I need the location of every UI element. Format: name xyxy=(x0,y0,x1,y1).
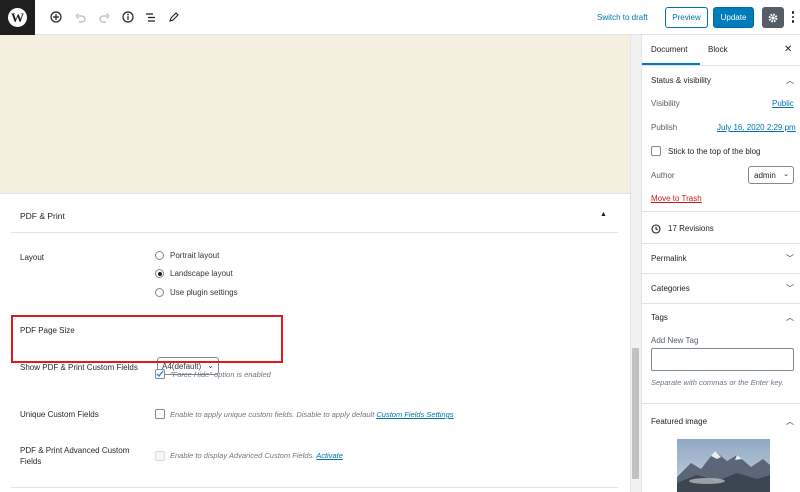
switch-to-draft-button[interactable]: Switch to draft xyxy=(597,13,648,22)
more-options-icon[interactable] xyxy=(789,9,797,25)
publish-date-link[interactable]: July 16, 2020 2:29 pm xyxy=(717,123,796,132)
chevron-down-icon: ⌄ xyxy=(783,171,789,178)
radio-plugin-settings[interactable] xyxy=(155,288,164,297)
visibility-label: Visibility xyxy=(651,99,680,108)
move-to-trash-link[interactable]: Move to Trash xyxy=(651,194,702,203)
activate-link[interactable]: Activate xyxy=(316,451,343,460)
revisions-icon xyxy=(651,224,661,236)
collapse-arrow-icon[interactable]: ▲ xyxy=(600,211,607,218)
status-visibility-title[interactable]: Status & visibility xyxy=(651,76,711,85)
tag-help-text: Separate with commas or the Enter key. xyxy=(651,378,784,387)
featured-image-panel-title[interactable]: Featured image xyxy=(651,417,707,426)
layout-label: Layout xyxy=(20,253,45,262)
advanced-custom-fields-label: PDF & Print Advanced Custom Fields xyxy=(20,446,130,466)
featured-image-thumbnail[interactable] xyxy=(677,439,770,492)
divider xyxy=(642,211,800,212)
add-block-icon[interactable] xyxy=(48,9,64,25)
divider xyxy=(642,403,800,404)
settings-button[interactable] xyxy=(762,7,784,28)
show-custom-fields-checkbox[interactable] xyxy=(155,369,165,379)
wordpress-icon: W xyxy=(8,8,27,27)
advanced-custom-fields-checkbox xyxy=(155,451,165,461)
sticky-label: Stick to the top of the blog xyxy=(668,147,761,156)
editor-area: PDF & Print ▲ Layout Portrait layout Lan… xyxy=(0,35,641,492)
revisions-link[interactable]: 17 Revisions xyxy=(668,224,714,233)
sidebar-tabs: Document Block ✕ xyxy=(642,35,800,66)
divider xyxy=(642,303,800,304)
permalink-panel-title[interactable]: Permalink xyxy=(651,254,687,263)
show-custom-fields-label: Show PDF & Print Custom Fields xyxy=(20,363,138,372)
tab-block[interactable]: Block xyxy=(708,45,728,54)
chevron-down-icon[interactable]: ﹀ xyxy=(786,253,794,264)
add-new-tag-label: Add New Tag xyxy=(651,336,699,345)
metabox-header[interactable]: PDF & Print ▲ xyxy=(0,194,630,232)
divider xyxy=(11,487,618,488)
wordpress-logo-button[interactable]: W xyxy=(0,0,35,35)
radio-portrait[interactable] xyxy=(155,251,164,260)
categories-panel-title[interactable]: Categories xyxy=(651,284,690,293)
update-button[interactable]: Update xyxy=(713,7,754,28)
close-icon[interactable]: ✕ xyxy=(784,44,792,55)
tags-panel-title[interactable]: Tags xyxy=(651,313,668,322)
sticky-checkbox[interactable] xyxy=(651,146,661,156)
layout-option-portrait[interactable]: Portrait layout xyxy=(155,251,219,260)
visibility-value-link[interactable]: Public xyxy=(772,99,794,108)
chevron-up-icon[interactable]: ︿ xyxy=(786,416,794,427)
divider xyxy=(642,243,800,244)
scrollbar-thumb[interactable] xyxy=(632,348,639,479)
custom-fields-settings-link[interactable]: Custom Fields Settings xyxy=(376,410,453,419)
metabox-title: PDF & Print xyxy=(20,211,65,221)
tab-document[interactable]: Document xyxy=(651,45,687,54)
undo-icon[interactable] xyxy=(72,9,88,25)
settings-sidebar: Document Block ✕ Status & visibility ︿ V… xyxy=(641,35,800,492)
active-tab-indicator xyxy=(642,63,700,65)
author-select[interactable]: admin ⌄ xyxy=(748,166,794,184)
block-navigation-icon[interactable] xyxy=(142,9,158,25)
chevron-down-icon[interactable]: ﹀ xyxy=(786,283,794,294)
editor-canvas[interactable] xyxy=(0,35,630,193)
unique-custom-fields-hint: Enable to apply unique custom fields. Di… xyxy=(170,410,454,419)
layout-option-landscape[interactable]: Landscape layout xyxy=(155,269,233,278)
info-icon[interactable] xyxy=(120,9,136,25)
tag-input[interactable] xyxy=(651,348,794,371)
divider xyxy=(11,232,618,233)
unique-custom-fields-label: Unique Custom Fields xyxy=(20,410,99,419)
layout-option-plugin[interactable]: Use plugin settings xyxy=(155,288,238,297)
show-custom-fields-hint: "Force Hide" option is enabled xyxy=(170,370,271,379)
edit-pencil-icon[interactable] xyxy=(165,9,181,25)
advanced-custom-fields-hint: Enable to display Advanced Custom Fields… xyxy=(170,451,343,460)
author-label: Author xyxy=(651,171,675,180)
editor-toolbar: W Switch to draft Preview Update xyxy=(0,0,800,35)
publish-label: Publish xyxy=(651,123,678,132)
radio-landscape[interactable] xyxy=(155,269,164,278)
unique-custom-fields-checkbox[interactable] xyxy=(155,409,165,419)
checkmark-icon xyxy=(156,370,164,378)
redo-icon[interactable] xyxy=(96,9,112,25)
chevron-up-icon[interactable]: ︿ xyxy=(786,312,794,323)
gear-icon xyxy=(768,13,778,22)
divider xyxy=(642,273,800,274)
highlight-box xyxy=(11,315,283,363)
chevron-up-icon[interactable]: ︿ xyxy=(786,75,794,86)
preview-button[interactable]: Preview xyxy=(665,7,708,28)
